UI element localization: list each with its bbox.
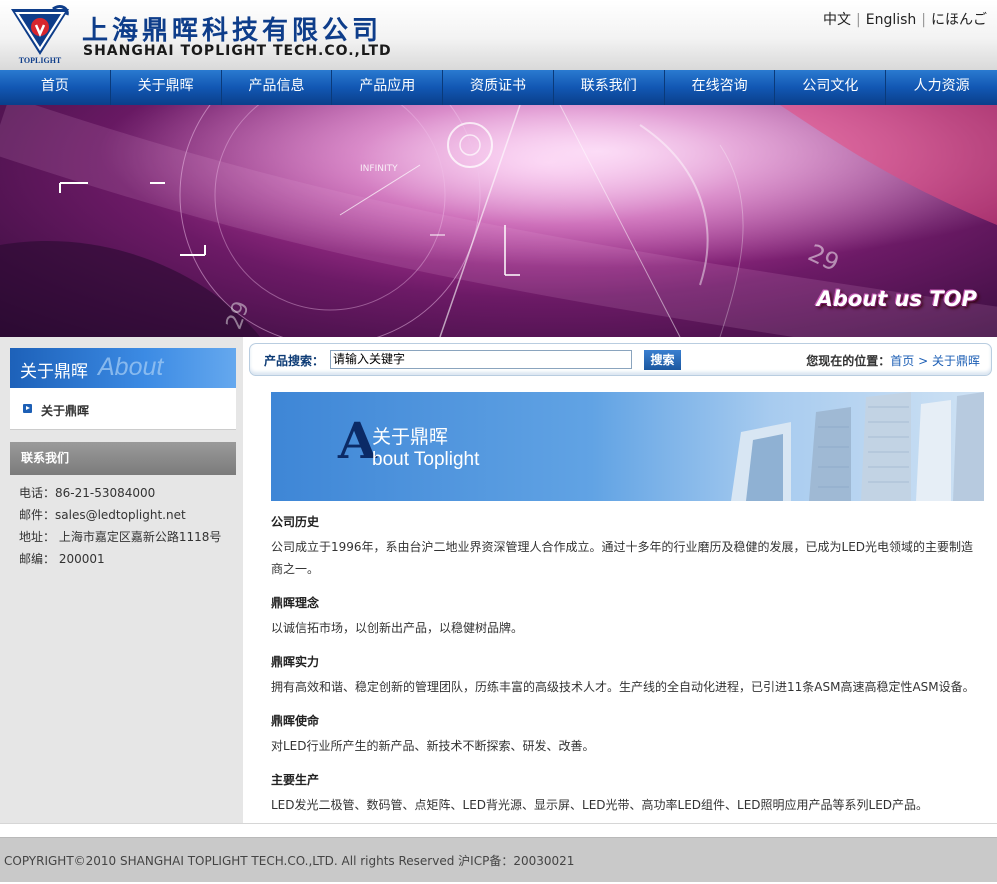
section-products: 主要生产 LED发光二极管、数码管、点矩阵、LED背光源、显示屏、LED光带、高… [271, 771, 976, 816]
breadcrumb-home-link[interactable]: 首页 [890, 354, 914, 368]
nav-item-contact[interactable]: 联系我们 [554, 70, 665, 105]
section-title: 鼎晖实力 [271, 655, 320, 669]
lang-chinese-link[interactable]: 中文 [823, 12, 851, 28]
contact-phone: 电话：86-21-53084000 [19, 486, 156, 500]
contact-postcode: 邮编： 200001 [19, 552, 105, 566]
sidebar-item-label: 关于鼎晖 [41, 404, 90, 418]
copyright-text: COPYRIGHT©2010 SHANGHAI TOPLIGHT TECH.CO… [4, 854, 575, 868]
section-body: 公司成立于1996年，系由台沪二地业界资深管理人合作成立。通过十多年的行业磨历及… [271, 540, 974, 576]
section-strength: 鼎晖实力 拥有高效和谐、稳定创新的管理团队，历练丰富的高级技术人才。生产线的全自… [271, 653, 976, 698]
sidebar-menu: 关于鼎晖 [10, 388, 236, 430]
about-banner-title-cn: 关于鼎晖 [372, 426, 449, 448]
lang-japanese-link[interactable]: にほんご [931, 12, 987, 28]
section-body: 拥有高效和谐、稳定创新的管理团队，历练丰富的高级技术人才。生产线的全自动化进程，… [271, 680, 975, 694]
language-switcher: 中文 | English | にほんご [823, 12, 987, 28]
sidebar: About 关于鼎晖 关于鼎晖 联系我们 电话：86-21-53084000 邮… [0, 337, 243, 823]
section-body: LED发光二极管、数码管、点矩阵、LED背光源、显示屏、LED光带、高功率LED… [271, 798, 929, 812]
sidebar-title: 关于鼎晖 [20, 362, 88, 382]
hero-banner: INFINITY 29 29 About us TOP [0, 105, 997, 337]
site-header: TOPLIGHT 上海鼎晖科技有限公司 SHANGHAI TOPLIGHT TE… [0, 0, 997, 70]
nav-item-certificates[interactable]: 资质证书 [443, 70, 554, 105]
company-name-cn: 上海鼎晖科技有限公司 [82, 16, 383, 46]
lang-english-link[interactable]: English [866, 12, 917, 28]
breadcrumb-current[interactable]: > 关于鼎晖 [918, 354, 980, 368]
section-body: 对LED行业所产生的新产品、新技术不断探索、研发、改善。 [271, 739, 595, 753]
contact-address: 地址： 上海市嘉定区嘉新公路1118号 [19, 530, 222, 544]
site-footer: COPYRIGHT©2010 SHANGHAI TOPLIGHT TECH.CO… [0, 837, 997, 882]
section-body: 以诚信拓市场，以创新出产品，以稳健树品牌。 [271, 621, 524, 635]
about-content: 公司历史 公司成立于1996年，系由台沪二地业界资深管理人合作成立。通过十多年的… [271, 513, 976, 830]
toplight-logo-icon[interactable]: TOPLIGHT [9, 5, 71, 65]
nav-item-products[interactable]: 产品信息 [222, 70, 333, 105]
section-title: 主要生产 [271, 773, 320, 787]
contact-heading: 联系我们 [10, 442, 236, 475]
search-label: 产品搜索： [264, 354, 325, 368]
section-title: 公司历史 [271, 515, 320, 529]
about-banner: A 关于鼎晖 bout Toplight [271, 392, 984, 501]
main-nav: 首页 关于鼎晖 产品信息 产品应用 资质证书 联系我们 在线咨询 公司文化 人力… [0, 70, 997, 105]
sidebar-header-watermark: About [98, 353, 164, 381]
about-banner-letter: A [338, 411, 377, 470]
section-mission: 鼎晖使命 对LED行业所产生的新产品、新技术不断探索、研发、改善。 [271, 712, 976, 757]
search-input[interactable]: 请输入关键字 [330, 350, 632, 369]
contact-info: 电话：86-21-53084000 邮件：sales@ledtoplight.n… [19, 482, 221, 570]
nav-item-consult[interactable]: 在线咨询 [665, 70, 776, 105]
section-philosophy: 鼎晖理念 以诚信拓市场，以创新出产品，以稳健树品牌。 [271, 594, 976, 639]
company-name-en: SHANGHAI TOPLIGHT TECH.CO.,LTD [83, 43, 392, 59]
section-title: 鼎晖使命 [271, 714, 320, 728]
nav-item-about[interactable]: 关于鼎晖 [111, 70, 222, 105]
nav-item-home[interactable]: 首页 [0, 70, 111, 105]
breadcrumb: 您现在的位置：首页 > 关于鼎晖 [806, 352, 980, 369]
section-history: 公司历史 公司成立于1996年，系由台沪二地业界资深管理人合作成立。通过十多年的… [271, 513, 976, 580]
svg-text:TOPLIGHT: TOPLIGHT [19, 56, 62, 65]
breadcrumb-prefix: 您现在的位置： [806, 354, 891, 368]
nav-item-applications[interactable]: 产品应用 [332, 70, 444, 105]
sidebar-item-about[interactable]: 关于鼎晖 [23, 402, 90, 419]
search-button[interactable]: 搜索 [644, 350, 681, 370]
section-title: 鼎晖理念 [271, 596, 320, 610]
sidebar-header: About 关于鼎晖 [10, 348, 236, 388]
nav-item-culture[interactable]: 公司文化 [775, 70, 887, 105]
banner-tagline: About us TOP [816, 287, 977, 311]
about-banner-title-en: bout Toplight [372, 449, 480, 470]
contact-email: 邮件：sales@ledtoplight.net [19, 508, 186, 522]
footer-divider [0, 823, 997, 824]
arrow-right-icon [23, 404, 32, 413]
svg-text:INFINITY: INFINITY [360, 164, 398, 174]
search-bar: 产品搜索： 请输入关键字 搜索 您现在的位置：首页 > 关于鼎晖 [249, 343, 992, 376]
nav-item-hr[interactable]: 人力资源 [886, 70, 997, 105]
